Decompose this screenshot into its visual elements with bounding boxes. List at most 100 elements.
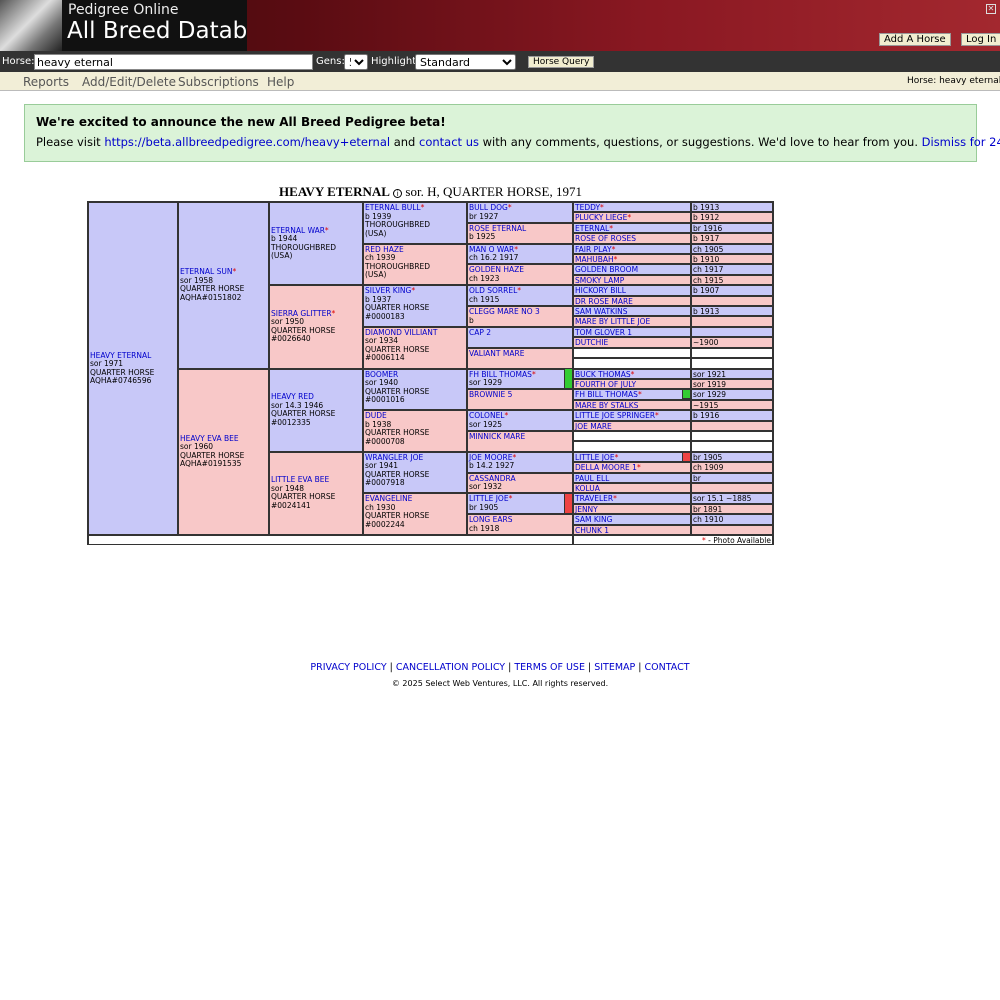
horse-link[interactable]: LITTLE JOE	[575, 453, 615, 461]
pedigree-cell-gen4: EVANGELINE ch 1930 QUARTER HORSE #0002244	[363, 493, 467, 535]
pedigree-cell-gen5: BULL DOG* br 1927	[467, 202, 573, 223]
pedigree-cell-gen6-detail: b 1907	[691, 285, 773, 296]
horse-link[interactable]: TEDDY	[575, 203, 600, 211]
menu-add-edit-delete[interactable]: Add/Edit/Delete	[82, 75, 176, 89]
horse-link[interactable]: BROWNIE 5	[469, 390, 512, 400]
pedigree-cell-gen6: PAUL ELL	[573, 472, 691, 483]
pedigree-footer-row	[88, 535, 573, 545]
banner-headline: We're excited to announce the new All Br…	[36, 115, 446, 129]
horse-link[interactable]: COLONEL	[469, 411, 504, 420]
horse-link[interactable]: BUCK THOMAS	[575, 370, 631, 378]
horse-link[interactable]: ETERNAL SUN	[180, 267, 232, 277]
horse-link[interactable]: DR ROSE MARE	[575, 297, 633, 305]
photo-star-icon: *	[636, 463, 641, 473]
horse-link[interactable]: TRAVELER	[575, 494, 613, 503]
horse-detail: #0024141	[271, 500, 311, 510]
privacy-policy-link[interactable]: PRIVACY POLICY	[310, 662, 386, 673]
contact-us-link[interactable]: contact us	[419, 135, 479, 149]
pedigree-cell-gen6: JENNY	[573, 503, 691, 515]
menu-subscriptions[interactable]: Subscriptions	[178, 75, 259, 89]
pedigree-cell-gen6	[573, 430, 691, 442]
horse-link[interactable]: PLUCKY LIEGE	[575, 213, 627, 222]
pedigree-cell-gen2: ETERNAL SUN* sor 1958 QUARTER HORSE AQHA#01…	[178, 202, 269, 369]
photo-star-icon: *	[232, 267, 237, 277]
horse-link[interactable]: MAHUBAH	[575, 255, 614, 263]
photo-star-icon: *	[324, 225, 329, 235]
horse-link[interactable]: DUTCHIE	[575, 338, 608, 347]
contact-link[interactable]: CONTACT	[645, 662, 690, 673]
horse-link[interactable]: SMOKY LAMP	[575, 276, 624, 284]
horse-link[interactable]: SAM KING	[575, 515, 612, 523]
highlight-select[interactable]: Standard	[415, 54, 516, 70]
horse-link[interactable]: ETERNAL BULL	[365, 203, 421, 212]
gens-select[interactable]: 5	[344, 54, 368, 70]
pedigree-cell-gen6-detail: br	[691, 472, 773, 483]
site-logo[interactable]: Pedigree Online All Breed Database	[0, 0, 247, 51]
pedigree-cell-gen6: PLUCKY LIEGE*	[573, 212, 691, 223]
query-bar: Horse: Gens: 5 Highlight: Standard Horse…	[0, 51, 1000, 72]
inbreeding-marker	[682, 389, 691, 399]
pedigree-cell-gen2: HEAVY EVA BEE sor 1960 QUARTER HORSE AQHA#0…	[178, 368, 269, 535]
banner-text: Please visit	[36, 135, 101, 149]
horse-link[interactable]: LONG EARS	[469, 515, 512, 524]
horse-link[interactable]: JENNY	[575, 505, 598, 513]
horse-link[interactable]: BULL DOG	[469, 203, 508, 212]
pedigree-cell-gen6-detail	[691, 482, 773, 494]
pedigree-cell-gen6: DELLA MOORE 1*	[573, 462, 691, 473]
horse-link[interactable]: DUDE	[365, 411, 387, 420]
horse-link[interactable]: CAP 2	[469, 328, 491, 337]
dismiss-link[interactable]: Dismiss for 24 hours	[922, 135, 1000, 149]
horse-link[interactable]: MARE BY STALKS	[575, 401, 638, 409]
pedigree-cell-gen3: SIERRA GLITTER* sor 1950 QUARTER HORSE #002…	[269, 285, 363, 369]
horse-detail: #0001016	[365, 395, 405, 404]
horse-link[interactable]: FAIR PLAY	[575, 245, 612, 253]
horse-link[interactable]: OLD SORREL	[469, 286, 517, 296]
horse-link[interactable]: DELLA MOORE 1	[575, 463, 637, 471]
horse-link[interactable]: JOE MARE	[575, 422, 612, 430]
horse-link[interactable]: TOM GLOVER 1	[575, 328, 632, 336]
horse-detail: (USA)	[271, 251, 293, 261]
pedigree-cell-gen6-detail	[691, 358, 773, 369]
horse-link[interactable]: LITTLE JOE SPRINGER	[575, 411, 655, 419]
horse-detail: #0000708	[365, 436, 405, 446]
terms-of-use-link[interactable]: TERMS OF USE	[514, 662, 585, 673]
pedigree-cell-gen6: ETERNAL*	[573, 222, 691, 234]
horse-link[interactable]: KOLUA	[575, 484, 600, 492]
horse-link[interactable]: SILVER KING	[365, 286, 411, 296]
pedigree-cell-gen6-detail: sor 15.1 ~1885	[691, 493, 773, 504]
menu-help[interactable]: Help	[267, 75, 294, 89]
login-button[interactable]: Log In	[961, 33, 1000, 46]
horse-link[interactable]: ETERNAL	[575, 224, 609, 232]
close-icon[interactable]: ✕	[986, 4, 996, 14]
horse-link[interactable]: ROSE OF ROSES	[575, 234, 636, 242]
horse-link[interactable]: VALIANT MARE	[469, 349, 524, 358]
horse-link[interactable]: PAUL ELL	[575, 474, 609, 482]
horse-link[interactable]: HICKORY BILL	[575, 286, 626, 295]
pedigree-cell-gen6: FOURTH OF JULY	[573, 378, 691, 390]
pedigree-cell-gen6-detail: b 1916	[691, 410, 773, 421]
menu-reports[interactable]: Reports	[23, 75, 69, 89]
beta-link[interactable]: https://beta.allbreedpedigree.com/heavy+…	[104, 135, 390, 149]
info-icon[interactable]: i	[393, 189, 403, 198]
horse-link[interactable]: SAM WATKINS	[575, 307, 628, 315]
horse-link[interactable]: MARE BY LITTLE JOE	[575, 318, 650, 326]
pedigree-cell-gen6: FH BILL THOMAS*	[573, 389, 691, 400]
horse-link[interactable]: MINNICK MARE	[469, 432, 525, 441]
horse-query-button[interactable]: Horse Query	[528, 56, 595, 68]
horse-link[interactable]: GOLDEN BROOM	[575, 265, 638, 274]
photo-star-icon: *	[420, 203, 425, 212]
horse-link[interactable]: HEAVY RED	[271, 392, 314, 401]
horse-link[interactable]: FOURTH OF JULY	[575, 380, 636, 388]
cancellation-policy-link[interactable]: CANCELLATION POLICY	[396, 662, 505, 673]
horse-link[interactable]: CLEGG MARE NO 3	[469, 307, 540, 316]
horse-link[interactable]: CHUNK 1	[575, 526, 609, 534]
gens-label: Gens:	[316, 56, 345, 67]
pedigree-cell-gen6-detail: b 1913	[691, 306, 773, 317]
sitemap-link[interactable]: SITEMAP	[594, 662, 635, 673]
horse-search-input[interactable]	[34, 54, 313, 70]
add-horse-button[interactable]: Add A Horse	[879, 33, 951, 46]
inbreeding-marker	[564, 493, 573, 514]
beta-announcement-banner: We're excited to announce the new All Br…	[24, 104, 1000, 162]
horse-link[interactable]: FH BILL THOMAS	[575, 390, 638, 399]
pedigree-cell-gen6-detail: sor 1921	[691, 368, 773, 379]
